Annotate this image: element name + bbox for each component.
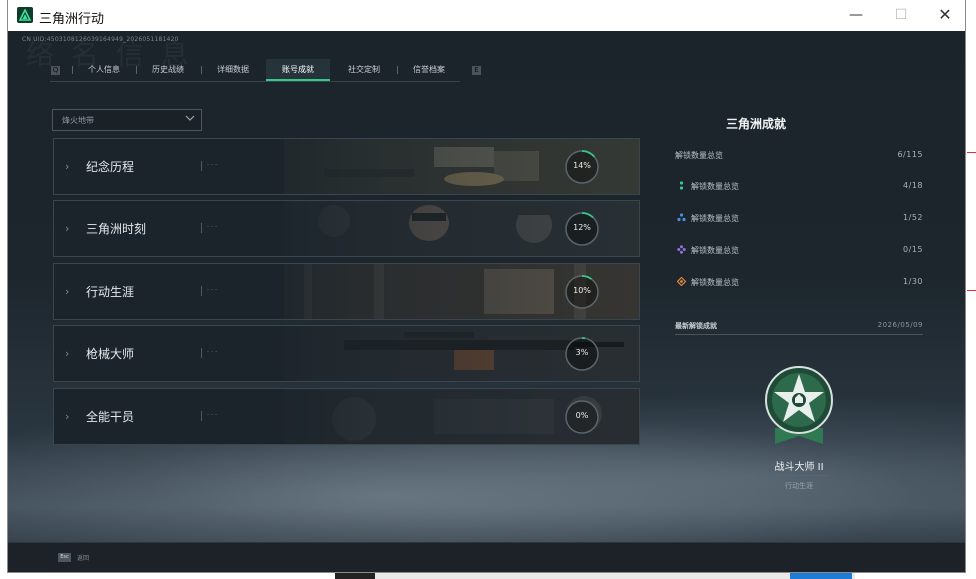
category-row[interactable]: › 纪念历程 - - - 14% <box>53 138 640 195</box>
background-edge <box>965 0 976 579</box>
title-bar: 三角洲行动 — ☐ ✕ <box>8 0 965 31</box>
green-tier-icon <box>679 181 684 190</box>
maximize-button[interactable]: ☐ <box>886 4 916 26</box>
category-name: 行动生涯 <box>86 285 135 299</box>
bottom-bar: Esc 返回 <box>8 542 965 572</box>
tier-value: 1/30 <box>903 277 923 286</box>
medal-divider <box>770 475 828 476</box>
tier-label: 解锁数量总览 <box>691 182 739 191</box>
progress-percent: 14% <box>573 161 591 170</box>
tab-next-key[interactable]: E <box>472 66 481 75</box>
progress-percent: 10% <box>573 286 591 295</box>
recent-unlock-date: 2026/05/09 <box>877 321 923 329</box>
purple-tier-icon <box>677 245 686 254</box>
mode-dropdown[interactable]: 烽火地带 <box>52 109 202 131</box>
expand-chevron-icon: › <box>65 222 70 235</box>
tier-value: 1/52 <box>903 213 923 222</box>
medal-category: 行动生涯 <box>785 482 813 490</box>
tab-personal-info[interactable]: 个人信息 <box>76 59 132 81</box>
tier-value: 0/15 <box>903 245 923 254</box>
expand-chevron-icon: › <box>65 347 70 360</box>
tab-match-history[interactable]: 历史战绩 <box>140 59 196 81</box>
back-label[interactable]: 返回 <box>77 553 89 562</box>
progress-ring: 12% <box>564 211 600 247</box>
expand-chevron-icon: › <box>65 160 70 173</box>
tier-label: 解锁数量总览 <box>691 278 739 287</box>
progress-ring: 3% <box>564 336 600 372</box>
progress-ring: 14% <box>564 149 600 185</box>
orange-tier-icon <box>677 277 686 286</box>
tier-value: 4/18 <box>903 181 923 190</box>
achievement-medal-icon[interactable] <box>763 364 835 448</box>
progress-percent: 0% <box>575 411 589 420</box>
mode-dropdown-value: 烽火地带 <box>62 116 94 125</box>
minimize-button[interactable]: — <box>841 4 871 26</box>
expand-chevron-icon: › <box>65 285 70 298</box>
progress-percent: 12% <box>573 223 591 232</box>
progress-ring: 10% <box>564 274 600 310</box>
summary-label: 解锁数量总览 <box>675 151 723 160</box>
tab-detailed-data[interactable]: 详细数据 <box>205 59 261 81</box>
tier-label: 解锁数量总览 <box>691 214 739 223</box>
category-row[interactable]: › 全能干员 - - - 0% <box>53 388 640 445</box>
category-row[interactable]: › 枪械大师 - - - 3% <box>53 325 640 382</box>
app-logo-icon <box>17 7 33 23</box>
progress-ring: 0% <box>564 399 600 435</box>
medal-name: 战斗大师 II <box>774 462 824 473</box>
tier-label: 解锁数量总览 <box>691 246 739 255</box>
category-name: 纪念历程 <box>86 160 135 174</box>
uid-text: CN UID:4503108126039164949_2026051181420 <box>22 36 179 43</box>
recent-unlock-label: 最新解锁成就 <box>675 322 717 330</box>
category-name: 枪械大师 <box>86 347 135 361</box>
achievements-title: 三角洲成就 <box>726 117 787 131</box>
progress-percent: 3% <box>575 348 589 357</box>
summary-value: 6/115 <box>897 150 923 159</box>
window-title: 三角洲行动 <box>39 12 105 27</box>
app-window: 三角洲行动 — ☐ ✕ 络 名 信 息 CN UID:4503108126039… <box>8 0 965 572</box>
divider <box>675 334 923 335</box>
blue-tier-icon <box>677 213 686 222</box>
chevron-down-icon <box>185 115 195 121</box>
game-content: 络 名 信 息 CN UID:4503108126039164949_20260… <box>8 31 965 572</box>
tab-achievements[interactable]: 账号成就 <box>266 59 330 81</box>
category-row[interactable]: › 行动生涯 - - - 10% <box>53 263 640 320</box>
category-name: 三角洲时刻 <box>86 222 147 236</box>
esc-key-hint[interactable]: Esc <box>58 553 71 562</box>
tab-underline <box>50 81 460 82</box>
close-button[interactable]: ✕ <box>930 4 960 26</box>
category-name: 全能干员 <box>86 410 135 424</box>
tab-prev-key[interactable]: Q <box>51 66 60 75</box>
tab-social[interactable]: 社交定制 <box>334 59 394 81</box>
tab-reputation[interactable]: 信誉档案 <box>401 59 457 81</box>
expand-chevron-icon: › <box>65 410 70 423</box>
category-row[interactable]: › 三角洲时刻 - - - 12% <box>53 200 640 257</box>
